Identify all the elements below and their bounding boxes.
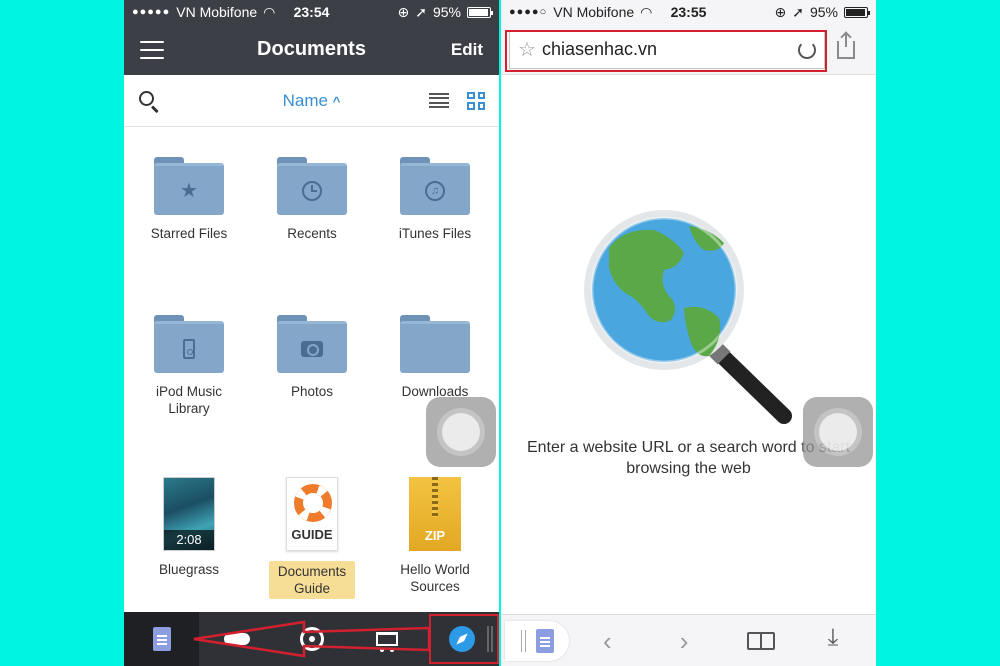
download-icon (828, 626, 848, 652)
wifi-signal-icon: ◠ (263, 3, 276, 20)
folder-icon: ♫ (400, 157, 470, 215)
signal-icon: ●●●●○ (509, 6, 548, 18)
location-icon: ➚ (415, 3, 427, 20)
sort-ascending-icon: ^ (332, 93, 341, 109)
folder-downloads[interactable]: Downloads (375, 315, 495, 400)
bookmarks-button[interactable] (723, 631, 800, 650)
video-thumbnail: 2:08 (163, 477, 215, 551)
carrier-name: VN Mobifone (176, 4, 258, 20)
star-icon: ★ (180, 179, 198, 202)
list-view-icon[interactable] (429, 92, 449, 109)
location-icon: ➚ (792, 3, 804, 20)
sort-by-name-button[interactable]: Name ^ (283, 91, 341, 110)
file-caption: ZIP (424, 528, 446, 543)
folder-starred-files[interactable]: ★ Starred Files (129, 157, 249, 242)
battery-percent: 95% (809, 4, 838, 20)
folder-ipod-music-library[interactable]: iPod Music Library (129, 315, 249, 417)
folder-recents[interactable]: Recents (252, 157, 372, 242)
annotation-arrow (193, 620, 431, 658)
item-label: Bluegrass (158, 562, 220, 577)
share-icon[interactable] (837, 32, 855, 59)
grid-view-icon[interactable] (467, 91, 485, 110)
status-bar: ●●●●○ VN Mobifone ◠ 23:55 ⊕ ➚ 95% (501, 0, 876, 24)
folder-icon: ★ (154, 157, 224, 215)
folder-itunes-files[interactable]: ♫ iTunes Files (375, 157, 495, 242)
item-label: Photos (290, 384, 334, 399)
browser-tab[interactable] (424, 612, 499, 666)
clock-icon (302, 180, 322, 201)
battery-icon (844, 6, 870, 18)
folder-icon (277, 157, 347, 215)
ipod-icon (183, 338, 195, 359)
battery-percent: 95% (432, 4, 461, 20)
browser-screen: ●●●●○ VN Mobifone ◠ 23:55 ⊕ ➚ 95% ☆ chia… (501, 0, 876, 666)
documents-app-screen: ●●●●● VN Mobifone ◠ 23:54 ⊕ ➚ 95% Docume… (124, 0, 499, 666)
compass-icon (448, 626, 475, 652)
drag-handle-icon (487, 626, 493, 652)
carrier-info: ●●●●○ VN Mobifone ◠ (509, 4, 652, 21)
file-hello-world-sources[interactable]: ZIP Hello World Sources (375, 477, 495, 595)
file-bluegrass-video[interactable]: 2:08 Bluegrass (129, 477, 249, 578)
view-mode-switcher (429, 91, 485, 110)
battery-icon (467, 6, 493, 18)
carrier-info: ●●●●● VN Mobifone ◠ (132, 4, 275, 21)
signal-icon: ●●●●● (132, 6, 171, 18)
assistive-touch-button[interactable] (803, 397, 873, 467)
globe-magnifier-illustration (584, 210, 792, 424)
back-button[interactable]: ‹ (569, 628, 646, 654)
zip-icon: ZIP (409, 477, 461, 551)
page-title: Documents (257, 38, 366, 60)
folder-icon (154, 315, 224, 373)
item-label: iPod Music Library (155, 384, 223, 416)
reload-icon[interactable] (798, 40, 816, 59)
music-note-icon: ♫ (425, 180, 445, 201)
folder-icon (277, 315, 347, 373)
file-toolbar: Name ^ (124, 75, 499, 127)
file-documents-guide[interactable]: GUIDE Documents Guide (252, 477, 372, 599)
status-bar: ●●●●● VN Mobifone ◠ 23:54 ⊕ ➚ 95% (124, 0, 499, 24)
item-label-selected: Documents Guide (269, 561, 355, 599)
assistive-touch-button[interactable] (426, 397, 496, 467)
folder-icon (400, 315, 470, 373)
browser-toolbar: ‹ › (501, 614, 876, 666)
file-caption: GUIDE (291, 527, 333, 542)
wifi-signal-icon: ◠ (640, 3, 653, 20)
status-right: ⊕ ➚ 95% (397, 3, 493, 21)
browser-header: ●●●●○ VN Mobifone ◠ 23:55 ⊕ ➚ 95% ☆ (501, 0, 876, 75)
search-icon[interactable] (138, 90, 160, 113)
document-icon (535, 628, 554, 653)
item-label: Starred Files (150, 226, 228, 241)
documents-header: ●●●●● VN Mobifone ◠ 23:54 ⊕ ➚ 95% Docume… (124, 0, 499, 75)
address-bar: ☆ (501, 24, 876, 75)
file-grid: ★ Starred Files Recents ♫ iTunes Files i… (124, 127, 499, 599)
url-field[interactable]: ☆ (509, 30, 825, 69)
item-label: iTunes Files (398, 226, 472, 241)
item-label: Hello World Sources (400, 562, 470, 594)
carrier-name: VN Mobifone (553, 4, 635, 20)
tab-drawer-handle[interactable] (505, 620, 569, 661)
edit-button[interactable]: Edit (451, 40, 483, 60)
downloads-button[interactable] (799, 626, 876, 652)
menu-icon[interactable] (140, 40, 164, 59)
orientation-lock-icon: ⊕ (774, 3, 787, 20)
book-icon (746, 631, 775, 650)
document-icon (152, 627, 171, 651)
bookmark-star-icon[interactable]: ☆ (518, 40, 536, 60)
folder-photos[interactable]: Photos (252, 315, 372, 400)
nav-bar: Documents Edit (124, 24, 499, 75)
drag-handle-icon (520, 629, 526, 652)
camera-icon (301, 340, 323, 357)
orientation-lock-icon: ⊕ (397, 3, 410, 20)
forward-button[interactable]: › (646, 628, 723, 654)
url-input[interactable] (541, 39, 792, 60)
video-duration: 2:08 (164, 530, 214, 550)
lifebuoy-icon: GUIDE (286, 477, 338, 551)
status-right: ⊕ ➚ 95% (774, 3, 870, 21)
item-label: Recents (287, 226, 337, 241)
